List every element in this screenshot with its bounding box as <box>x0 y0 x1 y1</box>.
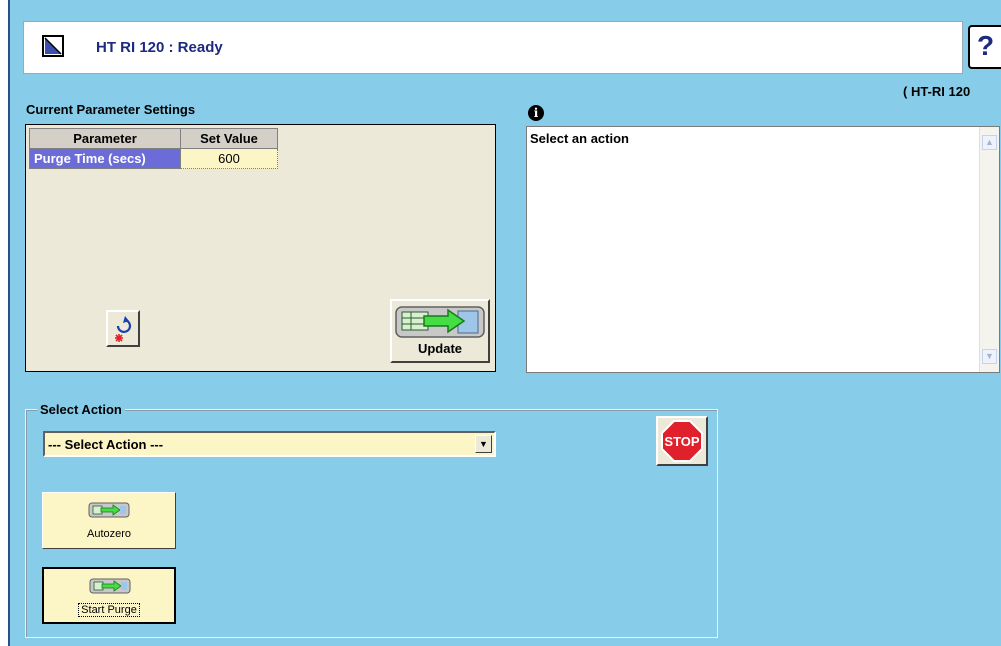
instrument-icon <box>42 35 64 57</box>
page-title: HT RI 120 : Ready <box>96 39 223 56</box>
chevron-down-icon[interactable]: ▼ <box>475 435 492 453</box>
parameter-name-cell[interactable]: Purge Time (secs) <box>29 148 181 169</box>
undo-reset-icon <box>115 316 132 342</box>
send-to-device-icon <box>89 578 131 594</box>
reset-parameters-button[interactable] <box>106 310 140 347</box>
window-left-edge <box>0 0 8 646</box>
update-button[interactable]: Update <box>390 299 490 363</box>
select-action-group-title: Select Action <box>37 402 125 417</box>
send-to-device-icon <box>395 306 485 338</box>
stop-label: STOP <box>664 434 699 449</box>
parameters-panel: Parameter Set Value Purge Time (secs) 60… <box>25 124 496 372</box>
autozero-label: Autozero <box>86 528 132 540</box>
table-row[interactable]: Purge Time (secs) 600 <box>29 148 278 169</box>
info-icon: i <box>528 105 544 121</box>
start-purge-button[interactable]: Start Purge <box>42 567 176 624</box>
action-select-value: --- Select Action --- <box>48 437 164 452</box>
parameters-section-title: Current Parameter Settings <box>26 102 196 117</box>
action-select[interactable]: --- Select Action --- ▼ <box>43 431 496 457</box>
parameters-table: Parameter Set Value Purge Time (secs) 60… <box>29 128 278 169</box>
message-textarea[interactable]: Select an action ▲ ▼ <box>526 126 1000 373</box>
device-tag: ( HT-RI 120 <box>903 84 971 99</box>
scroll-up-icon[interactable]: ▲ <box>982 135 997 150</box>
message-scrollbar[interactable]: ▲ ▼ <box>979 127 999 372</box>
start-purge-label: Start Purge <box>44 603 174 617</box>
parameter-value-cell[interactable]: 600 <box>180 148 278 169</box>
window-border <box>8 0 10 646</box>
message-text: Select an action <box>530 131 629 146</box>
autozero-button[interactable]: Autozero <box>42 492 176 549</box>
help-button[interactable]: ? <box>968 25 1001 69</box>
status-header: HT RI 120 : Ready <box>23 21 963 74</box>
scroll-down-icon[interactable]: ▼ <box>982 349 997 364</box>
column-header-set-value: Set Value <box>180 128 278 149</box>
column-header-parameter: Parameter <box>29 128 181 149</box>
stop-button[interactable]: STOP <box>656 416 708 466</box>
update-button-label: Update <box>417 341 463 356</box>
send-to-device-icon <box>88 502 130 518</box>
stop-sign-icon: STOP <box>661 420 703 462</box>
